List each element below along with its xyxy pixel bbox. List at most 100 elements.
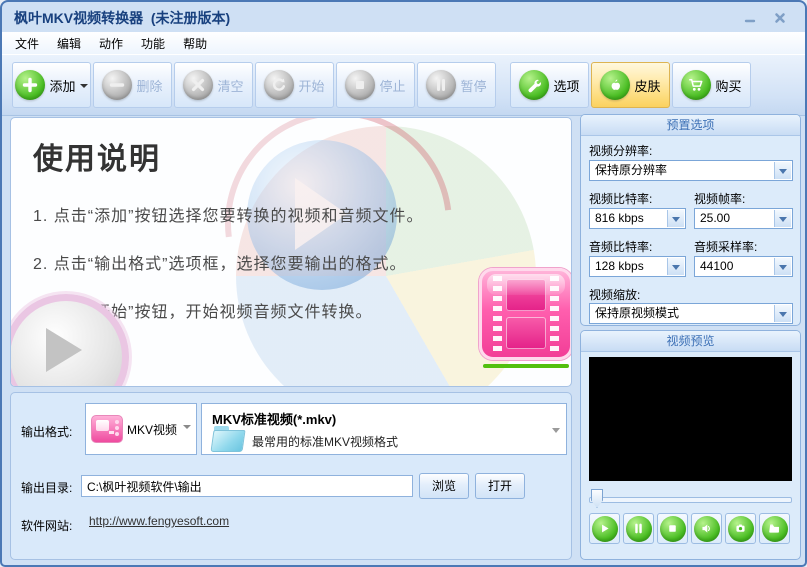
add-label: 添加 — [49, 78, 76, 94]
window-title: 枫叶MKV视频转换器 (未注册版本) — [14, 10, 231, 26]
aqua-folder-icon — [212, 426, 246, 451]
preview-snapshot-button[interactable] — [725, 513, 756, 544]
preview-volume-button[interactable] — [691, 513, 722, 544]
stop-square-icon — [345, 70, 376, 100]
menu-help[interactable]: 帮助 — [174, 32, 216, 55]
minimize-icon[interactable] — [739, 10, 761, 26]
format-category-select[interactable]: MKV视频 — [85, 403, 197, 455]
stop-icon — [659, 515, 686, 542]
video-scale-label: 视频缩放: — [589, 288, 641, 302]
stop-button[interactable]: 停止 — [336, 62, 415, 108]
add-plus-icon — [15, 70, 46, 100]
seek-track[interactable] — [589, 497, 792, 503]
chevron-down-icon — [183, 425, 191, 433]
pause-button[interactable]: 暂停 — [417, 62, 496, 108]
start-button[interactable]: 开始 — [255, 62, 334, 108]
volume-icon — [693, 515, 720, 542]
preview-panel-title: 视频预览 — [581, 331, 800, 352]
format-detail-select[interactable]: MKV标准视频(*.mkv) 最常用的标准MKV视频格式 — [201, 403, 567, 455]
preview-pause-button[interactable] — [623, 513, 654, 544]
app-window: 枫叶MKV视频转换器 (未注册版本) 文件 编辑 动作 功能 帮助 添加 删除 — [0, 0, 807, 567]
format-category-value: MKV视频 — [127, 422, 178, 437]
title-bar: 枫叶MKV视频转换器 (未注册版本) — [2, 2, 805, 33]
video-preview-screen — [589, 357, 792, 481]
buy-label: 购买 — [715, 78, 742, 94]
filmstrip-green-bar — [483, 364, 569, 368]
preview-open-file-button[interactable] — [759, 513, 790, 544]
stop-label: 停止 — [379, 78, 406, 94]
preview-stop-button[interactable] — [657, 513, 688, 544]
menu-bar: 文件 编辑 动作 功能 帮助 — [2, 32, 805, 54]
play-icon — [591, 515, 618, 542]
close-icon[interactable] — [769, 10, 791, 26]
skin-apple-icon — [600, 70, 631, 100]
chevron-down-icon[interactable] — [667, 210, 684, 227]
pink-tv-icon — [91, 415, 123, 443]
options-wrench-icon — [519, 70, 550, 100]
video-resolution-select[interactable]: 保持原分辨率 — [589, 160, 793, 181]
website-link[interactable]: http://www.fengyesoft.com — [89, 514, 229, 528]
chevron-down-icon[interactable] — [774, 210, 791, 227]
video-bitrate-label: 视频比特率: — [589, 192, 653, 206]
audio-bitrate-select[interactable]: 128 kbps — [589, 256, 686, 277]
audio-samplerate-select[interactable]: 44100 — [694, 256, 793, 277]
clear-label: 清空 — [217, 78, 244, 94]
seek-thumb[interactable] — [591, 489, 603, 508]
buy-button[interactable]: 购买 — [672, 62, 751, 108]
filmstrip-gloss — [487, 274, 565, 295]
pause-icon — [426, 70, 457, 100]
menu-function[interactable]: 功能 — [132, 32, 174, 55]
video-framerate-label: 视频帧率: — [694, 192, 746, 206]
add-button[interactable]: 添加 — [12, 62, 91, 108]
open-button[interactable]: 打开 — [475, 473, 525, 499]
dropdown-caret-icon — [79, 83, 88, 92]
snapshot-icon — [727, 515, 754, 542]
pause-label: 暂停 — [460, 78, 487, 94]
pink-filmstrip-icon — [479, 268, 571, 360]
video-preview-panel: 视频预览 — [580, 330, 801, 560]
website-label: 软件网站: — [21, 519, 73, 533]
browse-button[interactable]: 浏览 — [419, 473, 469, 499]
open-file-icon — [761, 515, 788, 542]
chevron-down-icon[interactable] — [667, 258, 684, 275]
menu-action[interactable]: 动作 — [90, 32, 132, 55]
audio-bitrate-label: 音频比特率: — [589, 240, 653, 254]
video-scale-select[interactable]: 保持原视频模式 — [589, 303, 793, 324]
output-panel: 输出格式: MKV视频 MKV标准视频(*.mkv) 最常用的标准MKV视频格式… — [10, 392, 572, 560]
output-dir-input[interactable] — [81, 475, 413, 497]
preset-panel-title: 预置选项 — [581, 115, 800, 136]
chevron-down-icon[interactable] — [774, 162, 791, 179]
video-bitrate-select[interactable]: 816 kbps — [589, 208, 686, 229]
video-resolution-label: 视频分辨率: — [589, 144, 653, 158]
audio-samplerate-label: 音频采样率: — [694, 240, 758, 254]
start-label: 开始 — [298, 78, 325, 94]
remove-minus-icon — [102, 70, 133, 100]
chevron-down-icon[interactable] — [774, 305, 791, 322]
remove-button[interactable]: 删除 — [93, 62, 172, 108]
clear-x-icon — [183, 70, 214, 100]
toolbar: 添加 删除 清空 开始 停止 暂停 选项 皮肤 购买 — [2, 54, 805, 116]
format-description: 最常用的标准MKV视频格式 — [252, 435, 399, 449]
chevron-down-icon — [552, 428, 560, 437]
clear-button[interactable]: 清空 — [174, 62, 253, 108]
skin-label: 皮肤 — [634, 78, 661, 94]
buy-cart-icon — [681, 70, 712, 100]
output-dir-label: 输出目录: — [21, 481, 73, 495]
menu-edit[interactable]: 编辑 — [48, 32, 90, 55]
start-refresh-icon — [264, 70, 295, 100]
skin-button[interactable]: 皮肤 — [591, 62, 670, 108]
usage-step-1: 1. 点击“添加”按钮选择您要转换的视频和音频文件。 — [33, 208, 424, 225]
remove-label: 删除 — [136, 78, 163, 94]
preview-play-button[interactable] — [589, 513, 620, 544]
options-label: 选项 — [553, 78, 580, 94]
seek-slider[interactable] — [589, 489, 792, 509]
options-button[interactable]: 选项 — [510, 62, 589, 108]
preview-controls — [589, 513, 790, 544]
menu-file[interactable]: 文件 — [6, 32, 48, 55]
usage-step-2: 2. 点击“输出格式”选项框，选择您要输出的格式。 — [33, 256, 407, 273]
chevron-down-icon[interactable] — [774, 258, 791, 275]
pause-icon — [625, 515, 652, 542]
usage-heading: 使用说明 — [33, 143, 161, 176]
video-framerate-select[interactable]: 25.00 — [694, 208, 793, 229]
usage-panel: 使用说明 1. 点击“添加”按钮选择您要转换的视频和音频文件。 2. 点击“输出… — [10, 117, 572, 387]
